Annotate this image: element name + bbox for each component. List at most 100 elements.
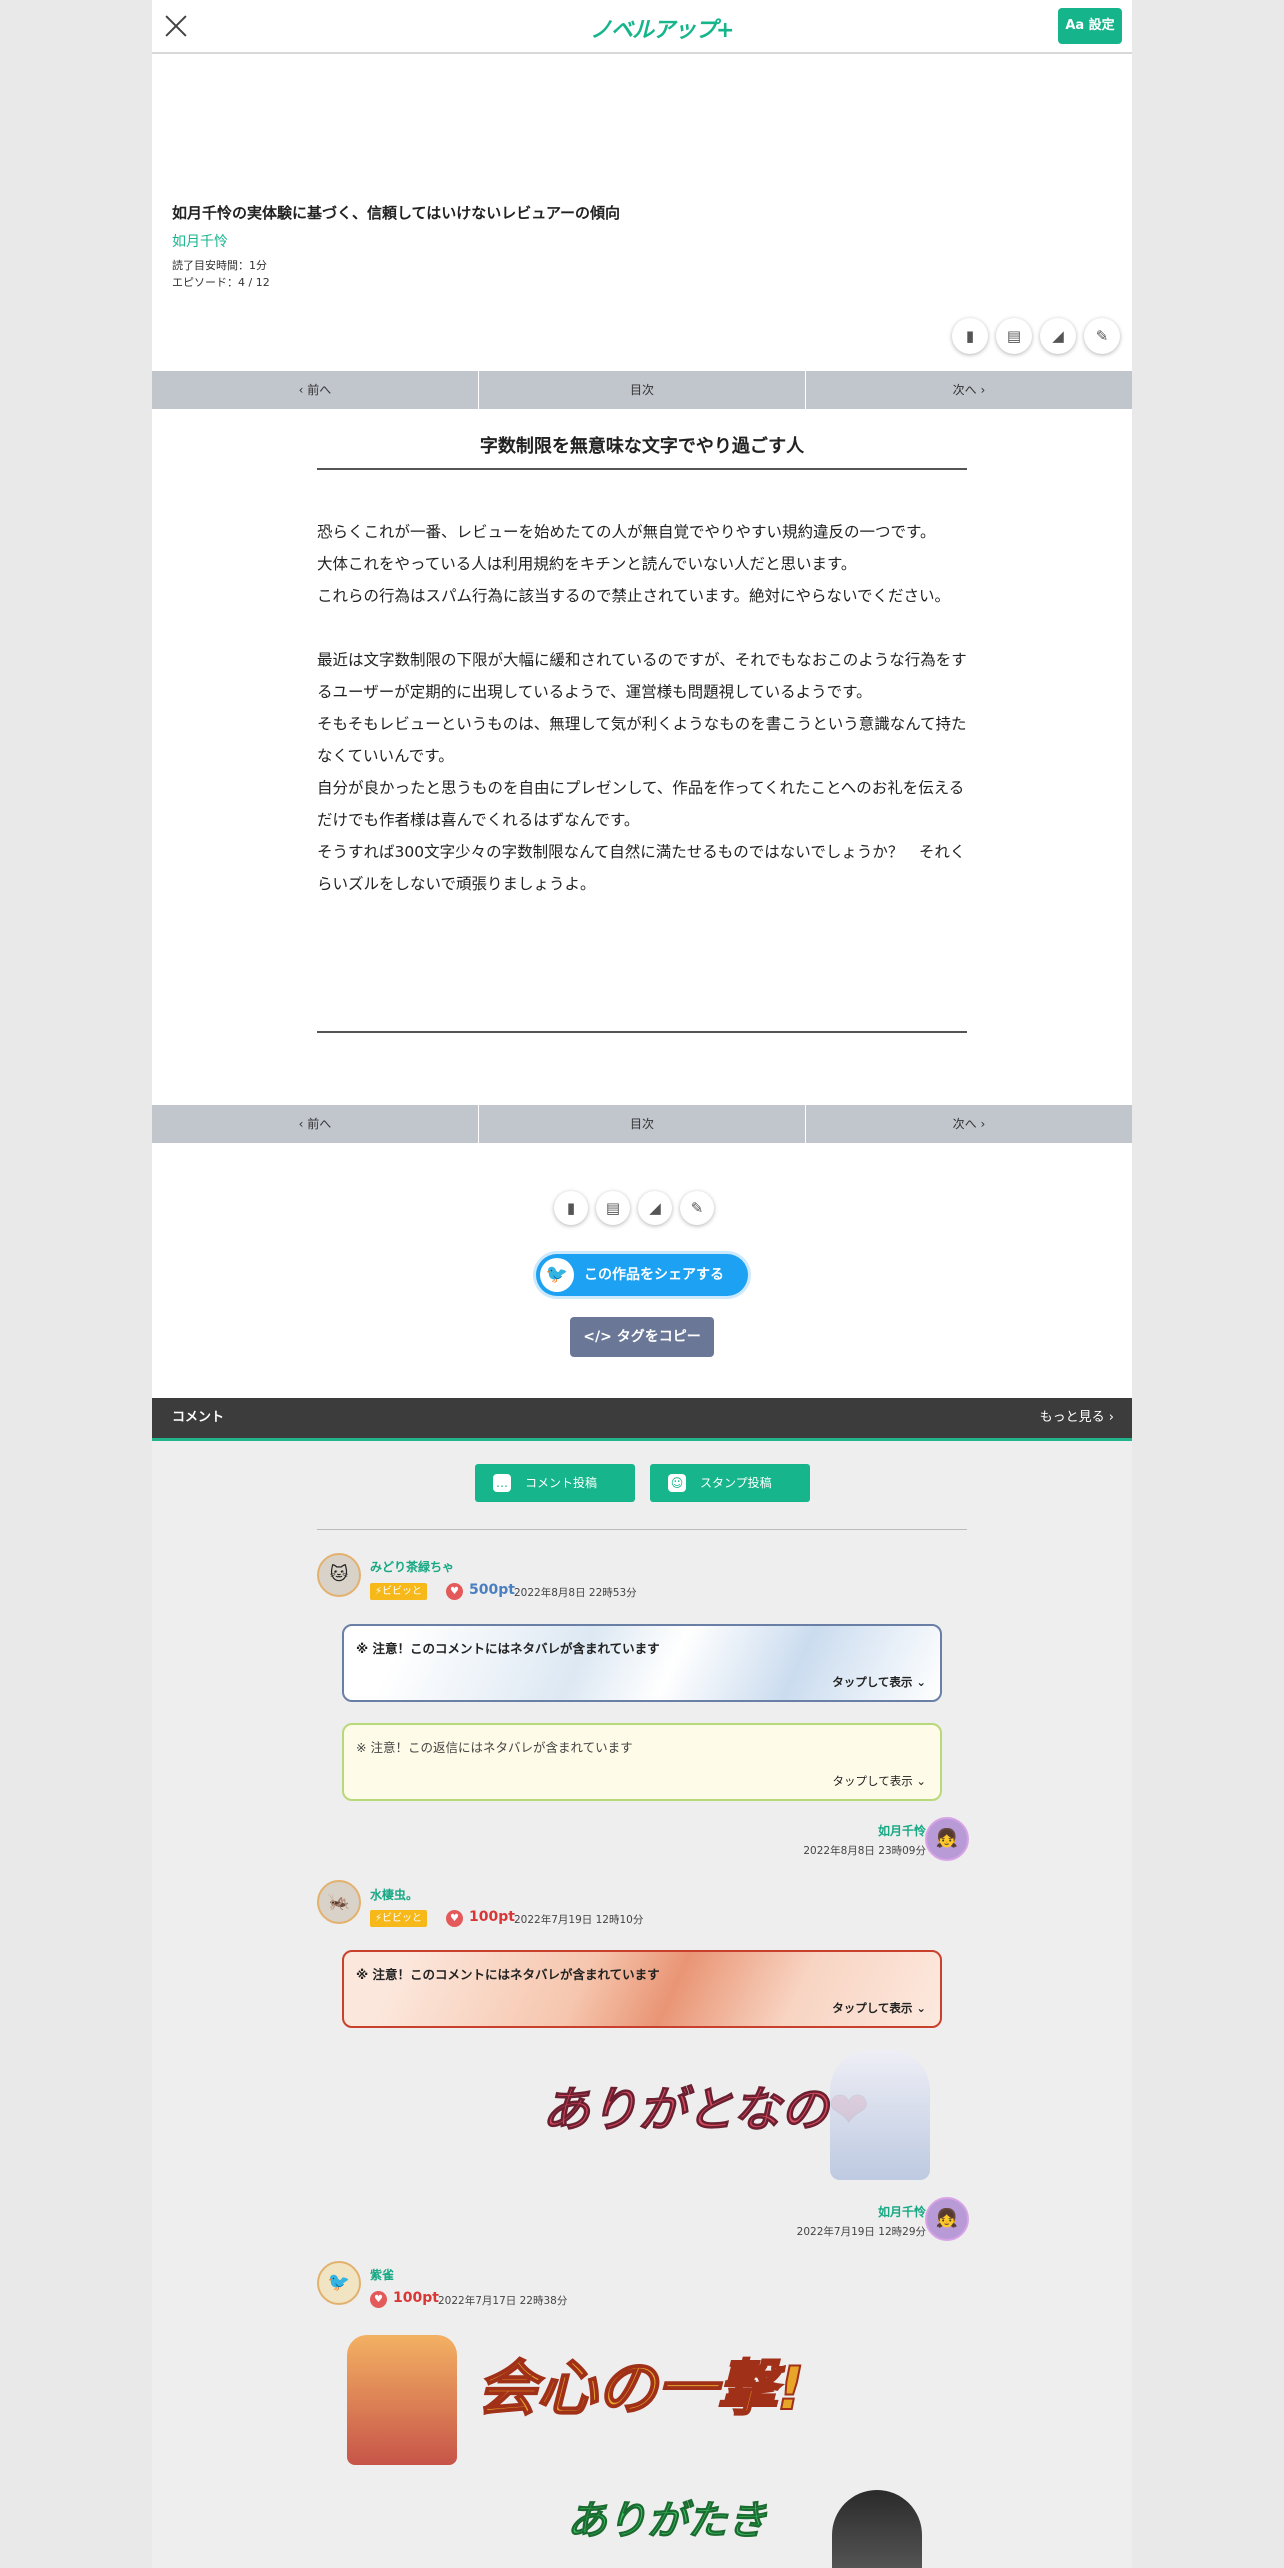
spoiler-warning: ※ 注意！この返信にはネタバレが含まれています bbox=[356, 1740, 633, 1755]
avatar[interactable]: 🦗 bbox=[317, 1880, 361, 1924]
prev-label: 前へ bbox=[307, 383, 332, 397]
author-link[interactable]: 如月千怜 bbox=[172, 231, 228, 251]
copy-tag-button[interactable]: </> タグをコピー bbox=[570, 1317, 714, 1357]
prev-button[interactable]: ‹ 前へ bbox=[152, 371, 479, 409]
chevron-down-icon: ⌄ bbox=[912, 2001, 926, 2015]
chevron-right-icon: › bbox=[1104, 1410, 1114, 1425]
bookmark-icon[interactable]: ▮ bbox=[952, 318, 988, 354]
tap-label: タップして表示 bbox=[832, 2001, 913, 2015]
heart-icon: ♥ bbox=[370, 2291, 387, 2308]
stamp-icon: ☺ bbox=[668, 1474, 686, 1492]
tap-label: タップして表示 bbox=[832, 1675, 913, 1689]
spoiler-warning: ※ 注意！このコメントにはネタバレが含まれています bbox=[356, 1641, 660, 1656]
toc-button[interactable]: 目次 bbox=[479, 371, 806, 409]
edit-note-icon[interactable]: ✎ bbox=[1084, 318, 1120, 354]
bookmark-icon[interactable]: ▮ bbox=[554, 1191, 588, 1225]
more-label: もっと見る bbox=[1039, 1410, 1105, 1425]
avatar[interactable]: 👧 bbox=[925, 1817, 969, 1861]
user-avatar-icon: 🐱 bbox=[329, 1564, 349, 1585]
reply-user[interactable]: 如月千怜 bbox=[866, 2203, 926, 2220]
prev-label: 前へ bbox=[307, 1117, 332, 1131]
lightning-icon: ⚡ bbox=[375, 1586, 383, 1597]
edit-note-icon[interactable]: ✎ bbox=[680, 1191, 714, 1225]
top-action-icons: ▮ ▤ ◢ ✎ bbox=[952, 318, 1120, 354]
tap-label: タップして表示 bbox=[832, 1774, 913, 1788]
tap-to-show[interactable]: タップして表示 ⌄ bbox=[833, 1773, 926, 1789]
user-avatar-icon: 🦗 bbox=[327, 1891, 351, 1912]
body-line: そもそもレビューというものは、無理して気が利くようなものを書こうという意識なんて… bbox=[317, 715, 967, 765]
tap-to-show[interactable]: タップして表示 ⌄ bbox=[832, 2000, 926, 2016]
chevron-down-icon: ⌄ bbox=[912, 1774, 926, 1788]
comments-divider bbox=[317, 1529, 967, 1530]
body-line: そうすれば300文字少々の字数制限なんて自然に満たせるものではないでしょうか？ … bbox=[317, 843, 966, 893]
spoiler-comment[interactable]: ※ 注意！このコメントにはネタバレが含まれています タップして表示 ⌄ bbox=[342, 1624, 942, 1702]
heart-icon: ♥ bbox=[446, 1910, 463, 1927]
avatar[interactable]: 🐦 bbox=[317, 2261, 361, 2305]
bottom-action-icons: ▮ ▤ ◢ ✎ bbox=[554, 1191, 714, 1225]
spoiler-reply[interactable]: ※ 注意！この返信にはネタバレが含まれています タップして表示 ⌄ bbox=[342, 1723, 942, 1801]
close-icon[interactable] bbox=[158, 8, 194, 44]
reply-date: 2022年8月8日 23時09分 bbox=[803, 1845, 926, 1857]
post-stamp-label: スタンプ投稿 bbox=[700, 1476, 772, 1490]
comment-user[interactable]: 水棲虫。 bbox=[370, 1886, 418, 1903]
spoiler-comment[interactable]: ※ 注意！このコメントにはネタバレが含まれています タップして表示 ⌄ bbox=[342, 1950, 942, 2028]
post-comment-button[interactable]: … コメント投稿 bbox=[475, 1464, 635, 1502]
chevron-left-icon: ‹ bbox=[298, 1117, 308, 1131]
top-bar: ノベルアップ+ Aa 設定 bbox=[152, 0, 1132, 54]
post-comment-label: コメント投稿 bbox=[525, 1476, 598, 1490]
next-button[interactable]: 次へ › bbox=[806, 1105, 1132, 1143]
megaphone-icon[interactable]: ◢ bbox=[638, 1191, 672, 1225]
comment-date: 2022年7月17日 22時38分 bbox=[438, 2295, 568, 2307]
stamp-kaishin: 会心の一撃! bbox=[476, 2353, 805, 2425]
reply-date: 2022年7月19日 12時29分 bbox=[796, 2226, 926, 2238]
spoiler-warning: ※ 注意！このコメントにはネタバレが含まれています bbox=[356, 1967, 660, 1982]
episode-nav-bottom: ‹ 前へ 目次 次へ › bbox=[152, 1105, 1132, 1143]
book-icon[interactable]: ▤ bbox=[596, 1191, 630, 1225]
post-stamp-button[interactable]: ☺ スタンプ投稿 bbox=[650, 1464, 810, 1502]
comments-title: コメント bbox=[172, 1410, 225, 1425]
comment-points: 500pt bbox=[469, 1582, 515, 1598]
site-logo[interactable]: ノベルアップ+ bbox=[590, 12, 734, 44]
episode-title: 字数制限を無意味な文字でやり過ごす人 bbox=[317, 432, 967, 470]
chevron-right-icon: › bbox=[976, 383, 986, 397]
share-button[interactable]: 🐦 この作品をシェアする bbox=[536, 1254, 748, 1296]
speech-bubble-icon: … bbox=[493, 1474, 511, 1492]
body-line: これらの行為はスパム行為に該当するので禁止されています。絶対にやらないでください… bbox=[317, 587, 951, 605]
more-link[interactable]: もっと見る › bbox=[1040, 1398, 1114, 1438]
code-icon: </> bbox=[583, 1329, 617, 1345]
chevron-down-icon: ⌄ bbox=[912, 1675, 926, 1689]
avatar[interactable]: 🐱 bbox=[317, 1553, 361, 1597]
avatar[interactable]: 👧 bbox=[925, 2197, 969, 2241]
badge-label: ビビッと bbox=[382, 1586, 423, 1597]
user-avatar-icon: 🐦 bbox=[327, 2272, 351, 2293]
author-avatar-icon: 👧 bbox=[935, 1828, 959, 1849]
episode-end-rule bbox=[317, 1031, 967, 1033]
next-label: 次へ bbox=[952, 383, 977, 397]
toc-button[interactable]: 目次 bbox=[479, 1105, 806, 1143]
chevron-left-icon: ‹ bbox=[298, 383, 308, 397]
body-line: 大体これをやっている人は利用規約をキチンと読んでいない人だと思います。 bbox=[317, 555, 857, 573]
comment-points: 100pt bbox=[393, 2290, 439, 2306]
stamp-character-illustration bbox=[830, 2050, 930, 2180]
prev-button[interactable]: ‹ 前へ bbox=[152, 1105, 479, 1143]
next-button[interactable]: 次へ › bbox=[806, 371, 1132, 409]
badge-label: ビビッと bbox=[382, 1913, 423, 1924]
work-title[interactable]: 如月千怜の実体験に基づく、信頼してはいけないレビュアーの傾向 bbox=[172, 202, 620, 223]
twitter-icon: 🐦 bbox=[540, 1258, 574, 1292]
comment-user[interactable]: 紫雀 bbox=[370, 2266, 394, 2283]
reply-user[interactable]: 如月千怜 bbox=[866, 1822, 926, 1839]
heart-icon: ♥ bbox=[446, 1583, 463, 1600]
stamp-arigatonano: ありがとなの❤ bbox=[542, 2070, 870, 2140]
book-icon[interactable]: ▤ bbox=[996, 318, 1032, 354]
episode-body: 恐らくこれが一番、レビューを始めたての人が無自覚でやりやすい規約違反の一つです。… bbox=[317, 516, 967, 900]
lightning-icon: ⚡ bbox=[375, 1913, 383, 1924]
comment-user[interactable]: みどり茶緑ちゃ bbox=[370, 1558, 454, 1575]
comments-header: コメント もっと見る › bbox=[152, 1398, 1132, 1441]
body-line: 恐らくこれが一番、レビューを始めたての人が無自覚でやりやすい規約違反の一つです。 bbox=[317, 523, 936, 541]
body-line: 自分が良かったと思うものを自由にプレゼンして、作品を作ってくれたことへのお礼を伝… bbox=[317, 779, 965, 829]
comment-date: 2022年7月19日 12時10分 bbox=[514, 1914, 644, 1926]
tap-to-show[interactable]: タップして表示 ⌄ bbox=[832, 1674, 926, 1690]
settings-button[interactable]: Aa 設定 bbox=[1058, 8, 1122, 44]
next-label: 次へ bbox=[952, 1117, 977, 1131]
megaphone-icon[interactable]: ◢ bbox=[1040, 318, 1076, 354]
